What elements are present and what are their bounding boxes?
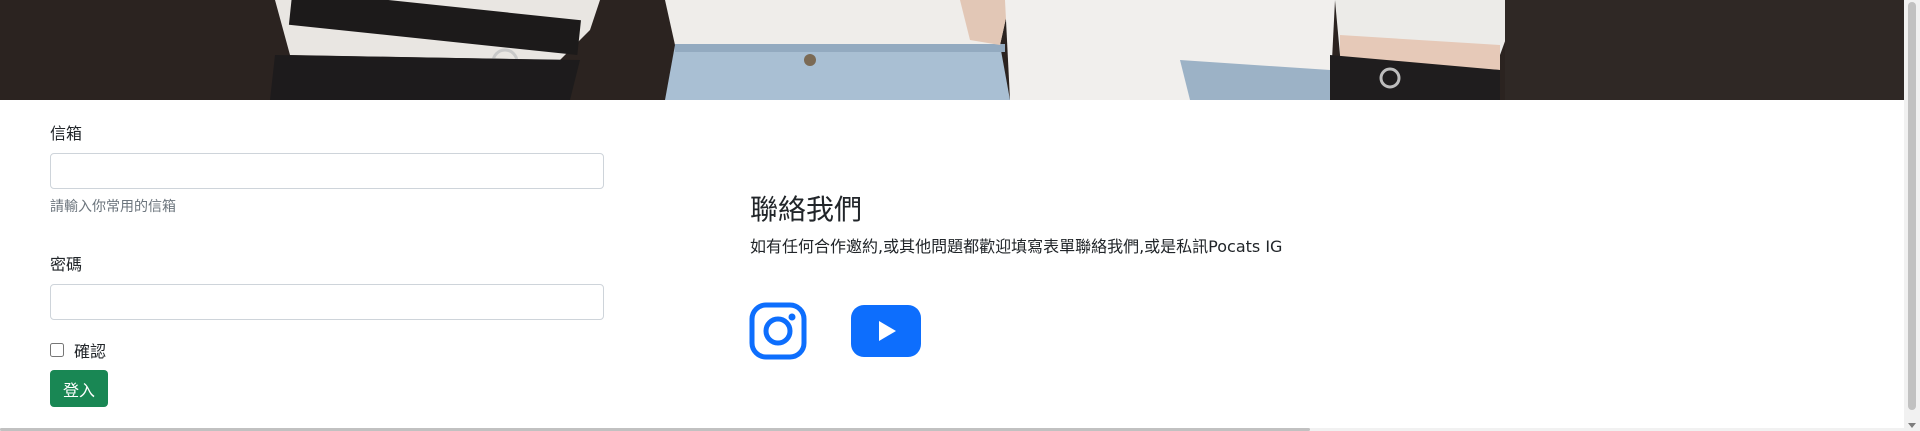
email-field[interactable]	[50, 153, 604, 189]
instagram-link[interactable]	[749, 302, 807, 360]
confirm-label[interactable]: 確認	[74, 338, 106, 362]
confirm-checkbox-group: 確認	[50, 338, 106, 362]
contact-title: 聯絡我們	[750, 193, 863, 226]
youtube-icon	[851, 305, 921, 357]
hero-banner-image	[0, 0, 1904, 100]
login-button[interactable]: 登入	[50, 370, 108, 407]
page: 信箱 請輸入你常用的信箱 密碼 確認 登入 聯絡我們 如有任何合作邀約,或其他問…	[0, 0, 1920, 431]
contact-description: 如有任何合作邀約,或其他問題都歡迎填寫表單聯絡我們,或是私訊Pocats IG	[750, 237, 1283, 256]
youtube-link[interactable]	[851, 305, 921, 357]
vertical-scrollbar[interactable]	[1904, 0, 1920, 431]
password-field[interactable]	[50, 284, 604, 320]
instagram-icon	[749, 302, 807, 360]
vertical-scrollbar-thumb[interactable]	[1908, 2, 1916, 410]
hero-photo-illustration	[0, 0, 1904, 100]
confirm-checkbox[interactable]	[50, 343, 64, 357]
password-label: 密碼	[50, 255, 83, 274]
email-help-text: 請輸入你常用的信箱	[50, 199, 176, 215]
email-label: 信箱	[50, 124, 83, 143]
scroll-down-arrow-icon[interactable]	[1908, 423, 1916, 428]
